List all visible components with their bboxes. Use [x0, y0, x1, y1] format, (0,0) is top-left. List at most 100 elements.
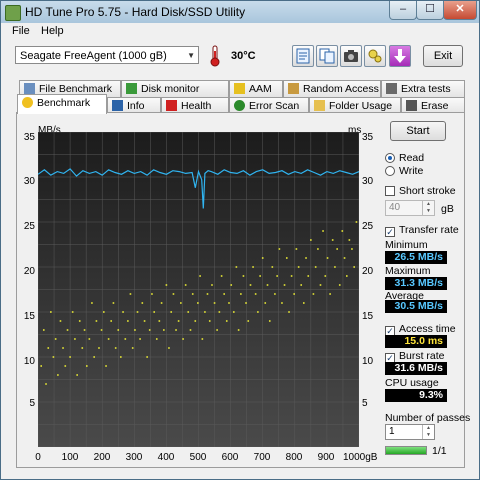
tab-label: AAM — [249, 83, 272, 95]
tab-random-access[interactable]: Random Access — [283, 80, 381, 97]
x-tick: 400 — [157, 452, 175, 463]
access-time-point — [355, 221, 358, 223]
access-time-point — [268, 320, 271, 322]
access-time-point — [184, 284, 187, 286]
access-time-point — [155, 338, 158, 340]
access-time-point — [98, 347, 100, 349]
access-time-point — [93, 356, 95, 358]
close-button[interactable]: ✕ — [443, 1, 477, 20]
access-time-point — [47, 347, 50, 349]
chevron-down-icon: ▼ — [187, 51, 195, 60]
access-time-point — [305, 257, 307, 259]
access-time-point — [245, 302, 247, 304]
access-time-point — [127, 320, 129, 322]
access-time-point — [136, 311, 139, 313]
access-time-point — [85, 365, 88, 367]
copy-icon — [319, 48, 335, 64]
copy-button[interactable] — [316, 45, 338, 67]
y-tick-left: 35 — [23, 132, 35, 143]
access-time-point — [204, 311, 206, 313]
temperature-value: 30°C — [231, 50, 256, 62]
checkmark-icon: ✓ — [385, 227, 395, 237]
write-radio[interactable]: Write — [385, 165, 423, 177]
access-time-point — [225, 320, 228, 322]
access-time-point — [62, 347, 64, 349]
access-time-point — [300, 284, 303, 286]
access-time-point — [247, 320, 250, 322]
options-icon — [368, 49, 382, 63]
x-tick: 0 — [35, 452, 41, 463]
access-time-point — [266, 284, 269, 286]
read-radio-dot — [385, 153, 395, 163]
drive-select-value: Seagate FreeAgent (1000 gB) — [20, 50, 167, 62]
drive-select[interactable]: Seagate FreeAgent (1000 gB) ▼ — [15, 46, 199, 64]
transfer-rate-label: Transfer rate — [399, 224, 459, 236]
x-tick: 1000gB — [343, 452, 378, 463]
short-stroke-input[interactable]: 40 ▲ ▼ — [385, 200, 435, 216]
tab-label: Disk monitor — [141, 83, 200, 95]
screenshot-button[interactable] — [340, 45, 362, 67]
access-time-point — [182, 338, 184, 340]
access-time-point — [312, 293, 315, 295]
tab-benchmark[interactable]: Benchmark — [17, 94, 107, 114]
access-time-point — [317, 248, 319, 250]
passes-input[interactable]: 1 ▲ ▼ — [385, 424, 435, 440]
file-benchmark-icon — [24, 83, 35, 94]
tab-disk-monitor[interactable]: Disk monitor — [121, 80, 229, 97]
spin-arrows-icon[interactable]: ▲ ▼ — [422, 201, 434, 215]
options-button[interactable] — [364, 45, 386, 67]
health-cross-icon — [166, 100, 177, 111]
access-time-point — [78, 320, 81, 322]
access-time-point — [124, 338, 127, 340]
access-time-point — [237, 329, 240, 331]
access-time-point — [274, 293, 276, 295]
access-time-point — [353, 266, 355, 268]
access-time-point — [324, 275, 327, 277]
access-time-point — [76, 374, 78, 376]
access-time-point — [71, 311, 74, 313]
title-bar[interactable]: HD Tune Pro 5.75 - Hard Disk/SSD Utility… — [1, 1, 479, 23]
minimize-button[interactable]: – — [389, 1, 417, 20]
x-tick: 500 — [189, 452, 207, 463]
x-tick: 700 — [253, 452, 271, 463]
access-time-point — [233, 311, 235, 313]
y-tick-right: 30 — [362, 176, 374, 187]
access-time-point — [290, 275, 293, 277]
access-time-point — [45, 383, 47, 385]
minimum-label: Minimum — [385, 239, 428, 251]
x-tick: 100 — [61, 452, 79, 463]
access-time-point — [264, 302, 267, 304]
exit-button[interactable]: Exit — [423, 45, 463, 67]
access-time-point — [257, 311, 259, 313]
access-time-point — [235, 266, 238, 268]
read-radio[interactable]: Read — [385, 152, 424, 164]
menu-help[interactable]: Help — [41, 25, 64, 37]
maximum-label: Maximum — [385, 265, 431, 277]
access-time-point — [168, 347, 170, 349]
thermometer-icon — [210, 45, 220, 67]
access-time-point — [194, 320, 197, 322]
y-tick-right: 15 — [362, 311, 374, 322]
write-radio-dot — [385, 166, 395, 176]
access-time-point — [64, 365, 67, 367]
access-time-point — [348, 239, 351, 241]
access-time-point — [261, 257, 264, 259]
tab-aam[interactable]: AAM — [229, 80, 283, 97]
maximize-button[interactable]: ☐ — [416, 1, 444, 20]
access-time-label: Access time — [399, 323, 456, 335]
start-button[interactable]: Start — [390, 121, 446, 141]
spin-arrows-icon[interactable]: ▲ ▼ — [422, 425, 434, 439]
access-time-point — [107, 338, 110, 340]
access-time-point — [206, 293, 209, 295]
short-stroke-checkbox[interactable]: Short stroke — [385, 185, 456, 197]
info-button[interactable] — [292, 45, 314, 67]
menu-file[interactable]: File — [12, 25, 30, 37]
transfer-rate-checkbox[interactable]: ✓ Transfer rate — [385, 224, 459, 237]
save-button[interactable] — [389, 45, 411, 67]
access-time-point — [141, 302, 144, 304]
tab-extra-tests[interactable]: Extra tests — [381, 80, 465, 97]
access-time-point — [57, 374, 59, 376]
access-time-point — [187, 311, 190, 313]
passes-label: Number of passes — [385, 412, 471, 424]
y-tick-right: 25 — [362, 221, 374, 232]
